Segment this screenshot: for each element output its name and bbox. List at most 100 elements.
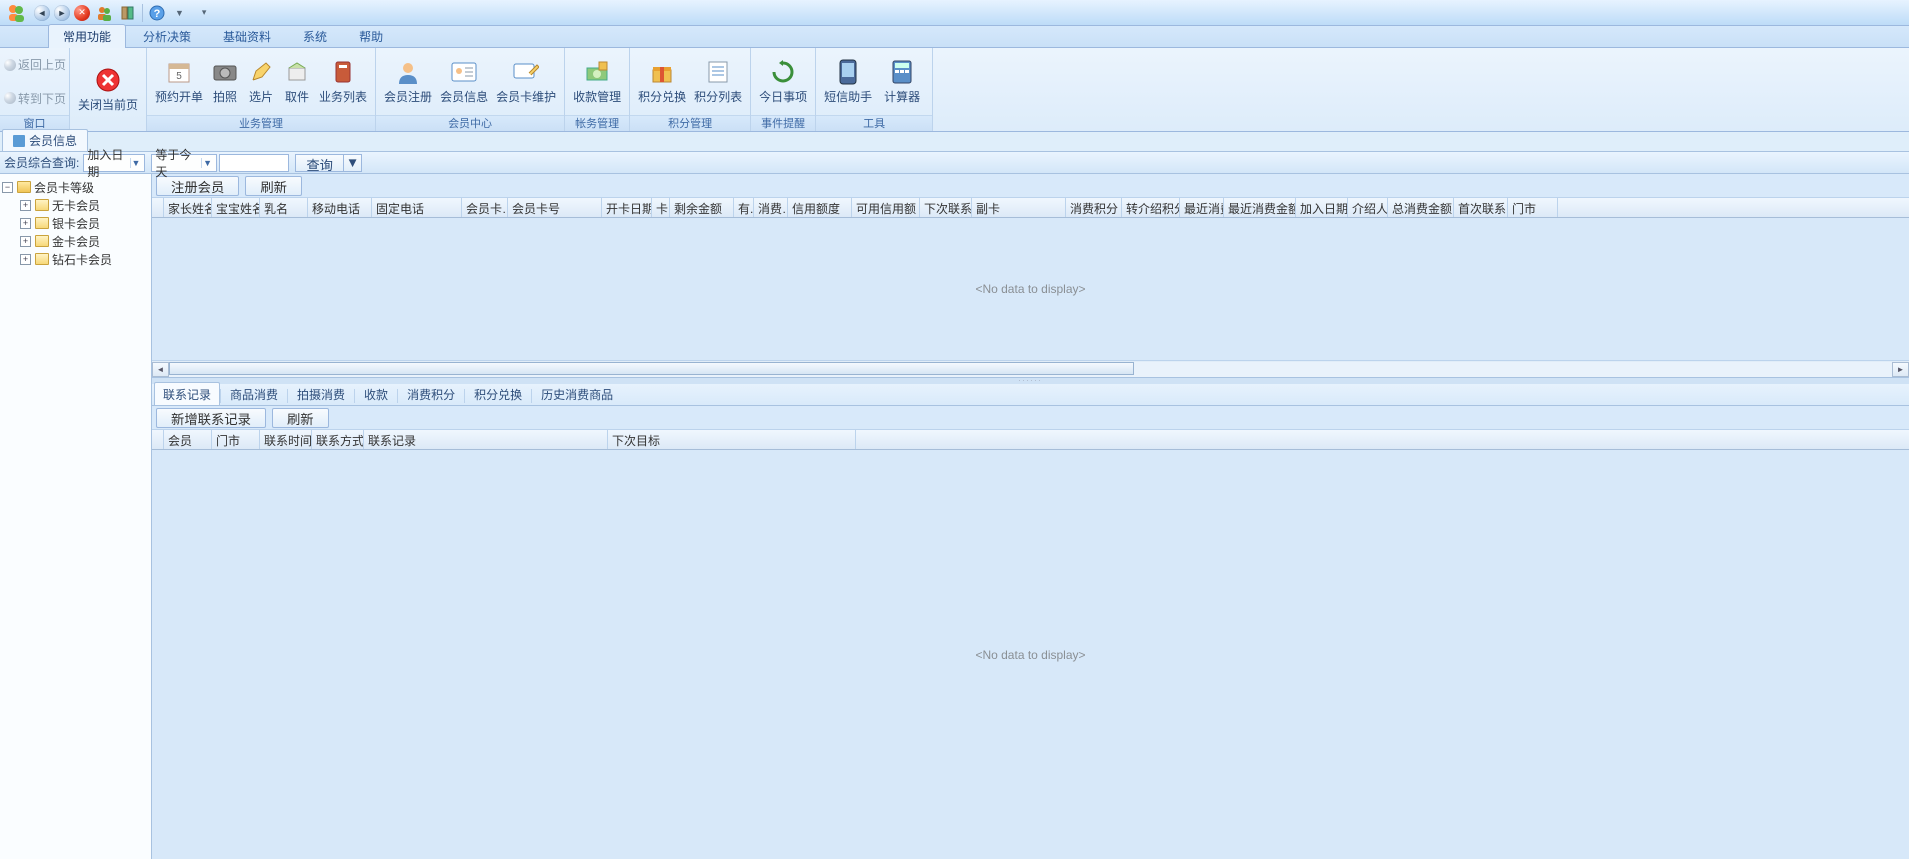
upper-grid-body: <No data to display> bbox=[152, 218, 1909, 360]
close-current-button[interactable]: 关闭当前页 bbox=[74, 59, 142, 121]
column-header[interactable]: 联系记录 bbox=[364, 430, 608, 449]
book-icon[interactable] bbox=[119, 4, 137, 22]
tree-item[interactable]: +钻石卡会员 bbox=[20, 250, 149, 268]
query-dropdown-button[interactable]: ▼ bbox=[344, 154, 362, 172]
book-open-button[interactable]: 5预约开单 bbox=[151, 51, 207, 113]
expand-icon[interactable]: + bbox=[20, 218, 31, 229]
qat-back-icon[interactable]: ◄ bbox=[34, 5, 50, 21]
lower-toolbar: 新增联系记录 刷新 bbox=[152, 406, 1909, 430]
expand-icon[interactable]: + bbox=[20, 236, 31, 247]
subtab[interactable]: 收款 bbox=[355, 382, 397, 405]
users-icon[interactable] bbox=[95, 4, 113, 22]
tree-root[interactable]: − 会员卡等级 bbox=[2, 178, 149, 196]
points-list-button[interactable]: 积分列表 bbox=[690, 51, 746, 113]
query-value-input[interactable] bbox=[219, 154, 289, 172]
column-header[interactable]: 最近消费… bbox=[1180, 198, 1224, 217]
refresh-button[interactable]: 刷新 bbox=[245, 176, 302, 196]
column-header[interactable]: 联系方式 bbox=[312, 430, 364, 449]
help-dropdown-icon[interactable]: ▼ bbox=[175, 8, 184, 18]
doc-tab-member-info[interactable]: 会员信息 bbox=[2, 129, 88, 151]
row-selector-header[interactable] bbox=[152, 430, 164, 449]
tab-common[interactable]: 常用功能 bbox=[48, 24, 126, 48]
help-icon[interactable]: ? bbox=[148, 4, 166, 22]
today-button[interactable]: 今日事项 bbox=[755, 51, 811, 113]
lower-grid: 会员门市联系时间联系方式联系记录下次目标 <No data to display… bbox=[152, 430, 1909, 859]
column-header[interactable]: 总消费金额 bbox=[1388, 198, 1454, 217]
member-card-button[interactable]: 会员卡维护 bbox=[492, 51, 560, 113]
column-header[interactable]: 介绍人 bbox=[1348, 198, 1388, 217]
tab-analysis[interactable]: 分析决策 bbox=[128, 24, 206, 48]
tab-system[interactable]: 系统 bbox=[288, 24, 342, 48]
column-header[interactable]: 下次联系… bbox=[920, 198, 972, 217]
calculator-icon bbox=[888, 58, 916, 86]
pickup-button[interactable]: 取件 bbox=[279, 51, 315, 113]
expand-icon[interactable]: + bbox=[20, 200, 31, 211]
column-header[interactable]: 门市 bbox=[1508, 198, 1558, 217]
subtab[interactable]: 历史消费商品 bbox=[532, 382, 622, 405]
member-info-button[interactable]: 会员信息 bbox=[436, 51, 492, 113]
query-op-combo[interactable]: 等于今天▼ bbox=[151, 154, 217, 172]
tree-item[interactable]: +无卡会员 bbox=[20, 196, 149, 214]
qat-customize-icon[interactable]: ▾ bbox=[202, 7, 207, 18]
column-header[interactable]: 门市 bbox=[212, 430, 260, 449]
collect-mgmt-button[interactable]: 收款管理 bbox=[569, 51, 625, 113]
column-header[interactable]: 联系时间 bbox=[260, 430, 312, 449]
refresh-icon bbox=[769, 58, 797, 86]
column-header[interactable]: 信用额度 bbox=[788, 198, 852, 217]
doc-tab-row: 会员信息 bbox=[0, 132, 1909, 152]
collapse-icon[interactable]: − bbox=[2, 182, 13, 193]
expand-icon[interactable]: + bbox=[20, 254, 31, 265]
qat-forward-icon[interactable]: ► bbox=[54, 5, 70, 21]
qat-close-icon[interactable]: ✕ bbox=[74, 5, 90, 21]
tree-item[interactable]: +银卡会员 bbox=[20, 214, 149, 232]
column-header[interactable]: 消费积分 bbox=[1066, 198, 1122, 217]
tab-help[interactable]: 帮助 bbox=[344, 24, 398, 48]
column-header[interactable]: 移动电话 bbox=[308, 198, 372, 217]
upper-hscroll[interactable]: ◄ ► bbox=[152, 360, 1909, 377]
column-header[interactable]: 转介绍积分 bbox=[1122, 198, 1180, 217]
column-header[interactable]: 乳名 bbox=[260, 198, 308, 217]
column-header[interactable]: 下次目标 bbox=[608, 430, 856, 449]
refresh-lower-button[interactable]: 刷新 bbox=[272, 408, 329, 428]
subtab[interactable]: 消费积分 bbox=[398, 382, 464, 405]
scroll-thumb[interactable] bbox=[169, 362, 1134, 375]
query-field-combo[interactable]: 加入日期▼ bbox=[83, 154, 145, 172]
column-header[interactable]: 消费… bbox=[754, 198, 788, 217]
points-exchange-button[interactable]: 积分兑换 bbox=[634, 51, 690, 113]
column-header[interactable]: 会员卡… bbox=[462, 198, 508, 217]
column-header[interactable]: 开卡日期 bbox=[602, 198, 652, 217]
subtab[interactable]: 拍摄消费 bbox=[288, 382, 354, 405]
column-header[interactable]: 副卡 bbox=[972, 198, 1066, 217]
calc-button[interactable]: 计算器 bbox=[876, 51, 928, 113]
column-header[interactable]: 首次联系… bbox=[1454, 198, 1508, 217]
gift-icon bbox=[648, 58, 676, 86]
biz-list-button[interactable]: 业务列表 bbox=[315, 51, 371, 113]
column-header[interactable]: 会员卡号 bbox=[508, 198, 602, 217]
subtab[interactable]: 积分兑换 bbox=[465, 382, 531, 405]
select-slice-button[interactable]: 选片 bbox=[243, 51, 279, 113]
column-header[interactable]: 最近消费金额 bbox=[1224, 198, 1296, 217]
scroll-right-icon[interactable]: ► bbox=[1892, 362, 1909, 377]
tab-basedata[interactable]: 基础资料 bbox=[208, 24, 286, 48]
row-selector-header[interactable] bbox=[152, 198, 164, 217]
photo-button[interactable]: 拍照 bbox=[207, 51, 243, 113]
group-points-label: 积分管理 bbox=[630, 115, 750, 131]
column-header[interactable]: 家长姓名 bbox=[164, 198, 212, 217]
tree-item[interactable]: +金卡会员 bbox=[20, 232, 149, 250]
query-search-button[interactable]: 查询 bbox=[295, 154, 344, 172]
column-header[interactable]: 卡.. bbox=[652, 198, 670, 217]
column-header[interactable]: 剩余金额 bbox=[670, 198, 734, 217]
scroll-left-icon[interactable]: ◄ bbox=[152, 362, 169, 377]
add-contact-button[interactable]: 新增联系记录 bbox=[156, 408, 266, 428]
subtab[interactable]: 联系记录 bbox=[154, 382, 220, 405]
column-header[interactable]: 加入日期 bbox=[1296, 198, 1348, 217]
query-label: 会员综合查询: bbox=[4, 154, 79, 171]
column-header[interactable]: 固定电话 bbox=[372, 198, 462, 217]
sms-button[interactable]: 短信助手 bbox=[820, 51, 876, 113]
column-header[interactable]: 有.. bbox=[734, 198, 754, 217]
column-header[interactable]: 会员 bbox=[164, 430, 212, 449]
column-header[interactable]: 宝宝姓名 bbox=[212, 198, 260, 217]
column-header[interactable]: 可用信用额 bbox=[852, 198, 920, 217]
subtab[interactable]: 商品消费 bbox=[221, 382, 287, 405]
member-reg-button[interactable]: 会员注册 bbox=[380, 51, 436, 113]
